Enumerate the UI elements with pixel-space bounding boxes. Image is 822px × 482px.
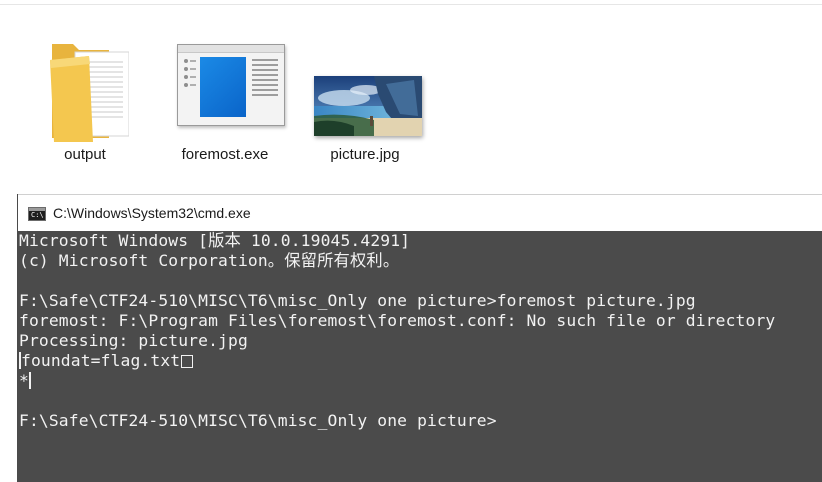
console-prompt[interactable]: F:\Safe\CTF24-510\MISC\T6\misc_Only one … [19, 411, 497, 431]
unprintable-char-box [181, 355, 194, 368]
console-line: Microsoft Windows [版本 10.0.19045.4291] [19, 231, 411, 250]
folder-icon [50, 44, 129, 142]
console-line: (c) Microsoft Corporation。保留所有权利。 [19, 251, 400, 270]
cmd-window[interactable]: C:\ C:\Windows\System32\cmd.exe Microsof… [17, 194, 822, 482]
window-titlebar[interactable]: C:\ C:\Windows\System32\cmd.exe [18, 194, 822, 232]
cmd-icon: C:\ [28, 207, 46, 221]
desktop-item-foremost-exe[interactable]: foremost.exe [165, 34, 285, 163]
console-line: Processing: picture.jpg [19, 331, 248, 350]
image-thumbnail [314, 76, 422, 136]
top-divider [0, 4, 822, 5]
desktop-item-label: picture.jpg [330, 146, 400, 163]
desktop-item-picture-jpg[interactable]: picture.jpg [305, 34, 425, 163]
desktop-item-label: foremost.exe [181, 146, 269, 163]
cursor-bar [28, 372, 31, 389]
console-line-foundat: foundat=flag.txt [19, 351, 194, 371]
desktop-item-label: output [64, 146, 106, 163]
console-line: foremost: F:\Program Files\foremost\fore… [19, 311, 776, 330]
window-title: C:\Windows\System32\cmd.exe [53, 205, 251, 221]
desktop-item-output[interactable]: output [25, 34, 145, 163]
console-line-star: * [19, 371, 31, 390]
application-icon [177, 44, 285, 126]
console-line: F:\Safe\CTF24-510\MISC\T6\misc_Only one … [19, 291, 696, 310]
console-output[interactable]: Microsoft Windows [版本 10.0.19045.4291] (… [18, 231, 822, 482]
